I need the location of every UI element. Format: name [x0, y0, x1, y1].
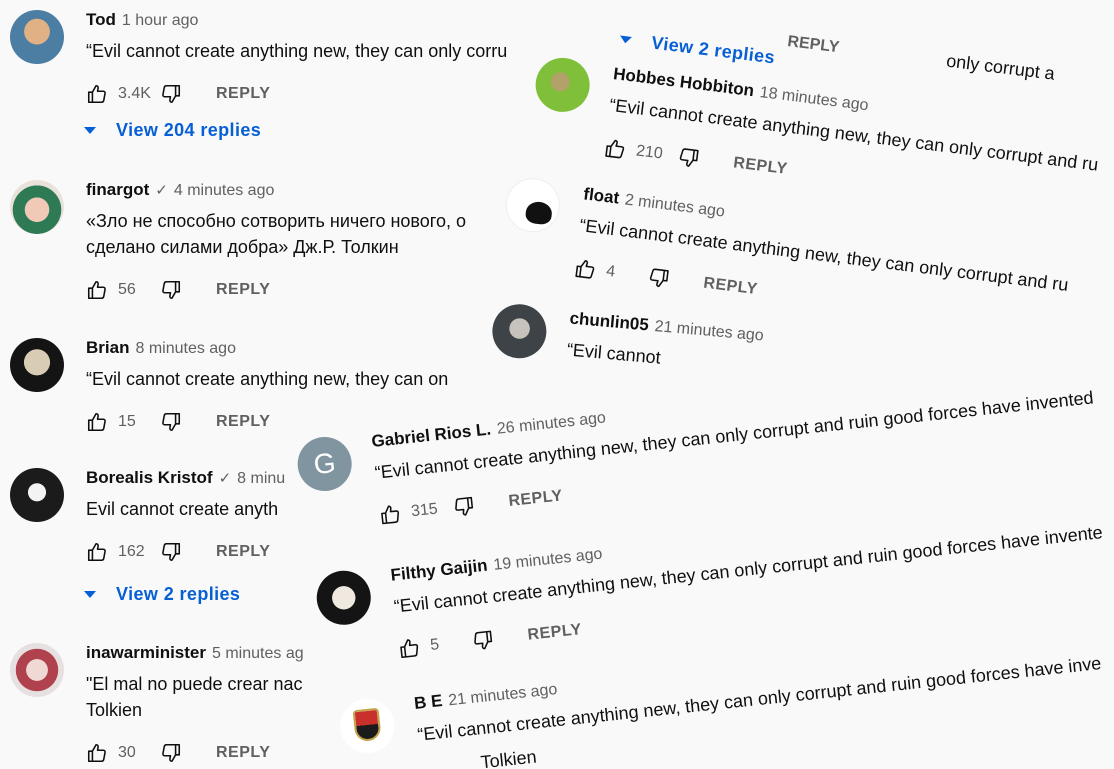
- like-icon[interactable]: [86, 83, 108, 105]
- comment-text: “Evil cannot create anything new, they c…: [86, 41, 508, 61]
- like-icon[interactable]: [86, 742, 108, 764]
- like-icon[interactable]: [378, 502, 402, 526]
- dislike-icon[interactable]: [160, 541, 182, 563]
- like-count: 3.4K: [118, 85, 151, 102]
- like-count: 15: [118, 413, 136, 430]
- view-replies-label: View 204 replies: [116, 120, 262, 140]
- avatar[interactable]: [10, 10, 64, 64]
- verified-icon: ✓: [155, 182, 168, 199]
- like-icon[interactable]: [86, 411, 108, 433]
- comment-time[interactable]: 4 minutes ago: [174, 182, 275, 200]
- like-icon[interactable]: [86, 541, 108, 563]
- comment-author[interactable]: inawarminister: [86, 643, 206, 663]
- comment-author[interactable]: Borealis Kristof: [86, 468, 213, 488]
- comment-time[interactable]: 21 minutes ago: [448, 681, 559, 710]
- view-replies-label: View 2 replies: [650, 32, 777, 68]
- comment-text: "El mal no puede crear nac Tolkien: [86, 674, 303, 720]
- comment-thread: inawarminister 5 minutes ag "El mal no p…: [10, 643, 308, 765]
- reply-button[interactable]: REPLY: [216, 543, 270, 561]
- comment-author[interactable]: Filthy Gaijin: [390, 556, 489, 586]
- reply-button[interactable]: REPLY: [216, 744, 270, 762]
- comment-time[interactable]: 1 hour ago: [122, 12, 199, 30]
- dislike-icon[interactable]: [160, 742, 182, 764]
- dislike-icon[interactable]: [452, 495, 476, 519]
- comment-time[interactable]: 19 minutes ago: [493, 546, 604, 575]
- like-count: 315: [410, 500, 439, 521]
- avatar[interactable]: G: [295, 434, 355, 494]
- like-count: 30: [118, 744, 136, 761]
- avatar[interactable]: [502, 175, 563, 236]
- comment-time[interactable]: 8 minu: [237, 470, 285, 488]
- avatar[interactable]: [10, 338, 64, 392]
- comment-text: «Зло не способно сотворить ничего нового…: [86, 211, 466, 257]
- reply-button[interactable]: REPLY: [527, 621, 583, 645]
- comment-author[interactable]: B E: [413, 691, 443, 714]
- like-icon[interactable]: [573, 257, 598, 282]
- like-icon[interactable]: [86, 279, 108, 301]
- comment-author[interactable]: float: [582, 184, 620, 208]
- comment-text: only corrupt a: [945, 50, 1056, 84]
- comment-thread: Tod 1 hour ago “Evil cannot create anyth…: [10, 10, 526, 106]
- comment-author[interactable]: finargot: [86, 180, 149, 200]
- avatar[interactable]: [10, 468, 64, 522]
- dislike-icon[interactable]: [676, 146, 701, 171]
- comment-time[interactable]: 18 minutes ago: [759, 84, 870, 115]
- reply-button[interactable]: REPLY: [216, 413, 270, 431]
- comment-thread: finargot ✓ 4 minutes ago «Зло не способн…: [10, 180, 496, 302]
- view-replies-button[interactable]: View 2 replies: [84, 584, 240, 605]
- comment-time[interactable]: 5 minutes ag: [212, 645, 304, 663]
- avatar[interactable]: [314, 568, 374, 628]
- reply-button[interactable]: REPLY: [508, 487, 564, 511]
- avatar[interactable]: [10, 180, 64, 234]
- like-count: 162: [118, 543, 145, 560]
- like-count: 4: [605, 262, 617, 281]
- avatar[interactable]: [337, 696, 397, 756]
- chevron-down-icon: [84, 591, 96, 598]
- reply-button[interactable]: REPLY: [702, 275, 759, 299]
- comment-author[interactable]: chunlin05: [569, 309, 650, 336]
- dislike-icon[interactable]: [160, 83, 182, 105]
- comment-text: Evil cannot create anyth: [86, 499, 279, 519]
- view-replies-button[interactable]: View 2 replies: [618, 29, 776, 69]
- comment-time[interactable]: 8 minutes ago: [135, 340, 236, 358]
- like-icon[interactable]: [603, 137, 628, 162]
- comment-thread: Borealis Kristof ✓ 8 minu Evil cannot cr…: [10, 468, 291, 564]
- comment-time[interactable]: 21 minutes ago: [654, 318, 764, 345]
- view-replies-button[interactable]: View 204 replies: [84, 120, 261, 141]
- chevron-down-icon: [619, 35, 632, 44]
- verified-icon: ✓: [218, 470, 232, 487]
- comment-author[interactable]: Tod: [86, 10, 116, 30]
- dislike-icon[interactable]: [471, 628, 495, 652]
- comment-text: “Evil cannot: [566, 339, 662, 368]
- avatar[interactable]: [490, 301, 549, 361]
- dislike-icon[interactable]: [647, 266, 672, 291]
- avatar[interactable]: [532, 54, 593, 115]
- comment-thread: Brian 8 minutes ago “Evil cannot create …: [10, 338, 466, 434]
- chevron-down-icon: [84, 127, 96, 134]
- like-count: 5: [429, 636, 440, 654]
- reply-button[interactable]: REPLY: [732, 154, 788, 178]
- reply-button[interactable]: REPLY: [216, 85, 270, 103]
- comment-time[interactable]: 2 minutes ago: [624, 191, 726, 221]
- dislike-icon[interactable]: [160, 279, 182, 301]
- like-count: 56: [118, 281, 136, 298]
- like-icon[interactable]: [397, 636, 421, 660]
- comment-text: “Evil cannot create anything new, they c…: [86, 369, 449, 389]
- dislike-icon[interactable]: [160, 411, 182, 433]
- like-count: 210: [635, 142, 664, 163]
- comment-author[interactable]: Brian: [86, 338, 129, 358]
- reply-button[interactable]: REPLY: [786, 33, 841, 57]
- reply-button[interactable]: REPLY: [216, 281, 270, 299]
- avatar[interactable]: [10, 643, 64, 697]
- view-replies-label: View 2 replies: [116, 584, 241, 604]
